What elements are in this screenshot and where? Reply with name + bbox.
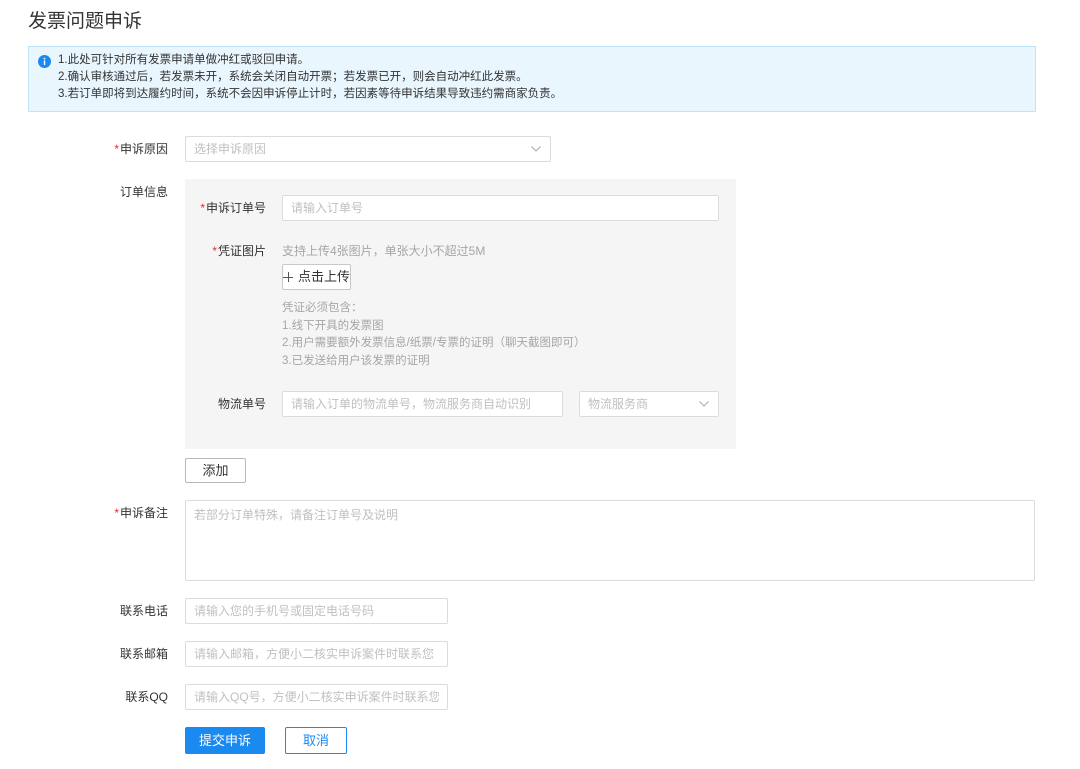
upload-button-label: 点击上传 [298,269,351,284]
chevron-down-icon [699,401,709,407]
carrier-select-placeholder: 物流服务商 [588,397,649,411]
reason-select[interactable]: 选择申诉原因 [185,136,551,162]
phone-label: 联系电话 [119,604,168,618]
cancel-button[interactable]: 取消 [285,727,347,754]
requirements-title: 凭证必须包含： [282,302,363,314]
notice-line: 2.确认审核通过后，若发票未开，系统会关闭自动开票；若发票已开，则会自动冲红此发… [58,71,528,83]
order-no-input[interactable] [282,195,719,221]
order-no-label-text: 申诉订单号 [205,201,266,215]
add-order-button[interactable]: 添加 [185,458,246,483]
chevron-down-icon [531,146,541,152]
remark-label-text: 申诉备注 [119,506,168,520]
email-label: 联系邮箱 [119,647,168,661]
required-mark: * [200,201,205,215]
reason-label-text: 申诉原因 [119,142,168,156]
plus-icon [283,272,293,282]
qq-label: 联系QQ [125,690,168,704]
upload-button[interactable]: 点击上传 [282,264,351,290]
upload-hint: 支持上传4张图片，单张大小不超过5M [282,244,486,258]
requirement-item: 1.线下开具的发票图 [282,319,384,332]
requirement-item: 3.已发送给用户该发票的证明 [282,355,430,368]
notice-box: 1.此处可针对所有发票申请单做冲红或驳回申请。 2.确认审核通过后，若发票未开，… [28,46,1036,112]
evidence-requirements: 凭证必须包含： 1.线下开具的发票图 2.用户需要额外发票信息/纸票/专票的证明… [282,300,585,371]
evidence-label-text: 凭证图片 [217,244,266,258]
evidence-label: *凭证图片 [180,238,266,264]
submit-button[interactable]: 提交申诉 [185,727,265,754]
order-info-label: 订单信息 [119,185,168,199]
notice-text: 1.此处可针对所有发票申请单做冲红或驳回申请。 2.确认审核通过后，若发票未开，… [58,52,562,103]
logistics-no-input[interactable] [282,391,563,417]
logistics-label: 物流单号 [217,397,266,411]
carrier-select[interactable]: 物流服务商 [579,391,719,417]
notice-line: 3.若订单即将到达履约时间，系统不会因申诉停止计时，若因素等待申诉结果导致违约需… [58,88,563,100]
reason-label: *申诉原因 [56,136,168,162]
remark-label: *申诉备注 [56,500,168,526]
notice-line: 1.此处可针对所有发票申请单做冲红或驳回申请。 [58,54,310,66]
reason-select-placeholder: 选择申诉原因 [194,142,267,156]
email-input[interactable] [185,641,448,667]
remark-textarea[interactable] [185,500,1035,581]
required-mark: * [212,244,217,258]
order-no-label: *申诉订单号 [180,195,266,221]
page-title: 发票问题申诉 [28,11,143,32]
phone-input[interactable] [185,598,448,624]
requirement-item: 2.用户需要额外发票信息/纸票/专票的证明（聊天截图即可） [282,337,586,350]
required-mark: * [114,506,119,520]
info-icon [38,55,51,68]
qq-input[interactable] [185,684,448,710]
required-mark: * [114,142,119,156]
